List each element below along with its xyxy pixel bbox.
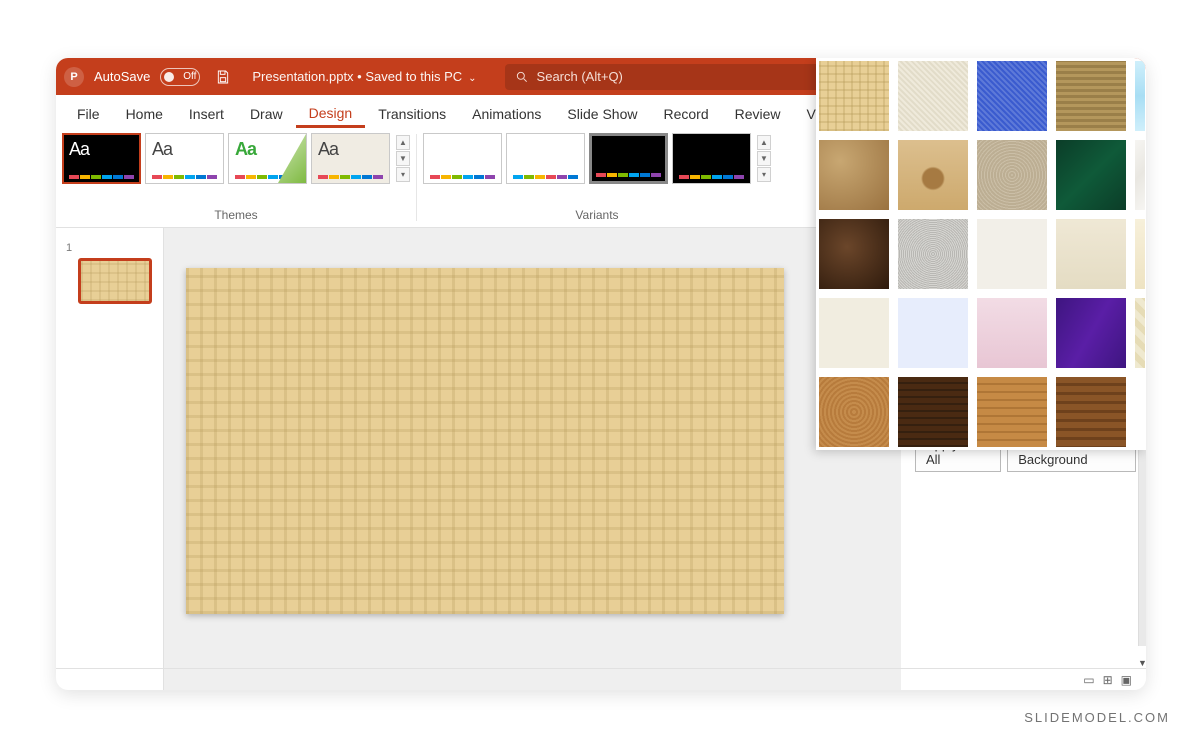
texture-parchment[interactable]: [1135, 219, 1145, 289]
texture-brown-leather[interactable]: [819, 219, 889, 289]
texture-extra[interactable]: [1135, 377, 1145, 447]
watermark: SLIDEMODEL.COM: [1024, 710, 1170, 725]
slide-thumbnail-panel[interactable]: 1: [56, 228, 164, 690]
search-input[interactable]: Search (Alt+Q): [505, 64, 825, 90]
texture-papyrus[interactable]: [819, 61, 889, 131]
texture-denim[interactable]: [977, 61, 1047, 131]
save-icon[interactable]: [214, 68, 232, 86]
status-bar: ▭ ⊞ ▣: [56, 668, 1146, 690]
texture-recycled-paper[interactable]: [1056, 219, 1126, 289]
theme-3[interactable]: Aa: [228, 133, 307, 184]
texture-granite[interactable]: [898, 219, 968, 289]
menu-transitions[interactable]: Transitions: [365, 100, 459, 128]
view-reading-icon[interactable]: ▣: [1121, 673, 1132, 687]
view-normal-icon[interactable]: ▭: [1083, 673, 1094, 687]
document-title[interactable]: Presentation.pptx • Saved to this PC⌄: [252, 69, 476, 84]
autosave-toggle[interactable]: Off: [160, 68, 200, 86]
texture-canvas[interactable]: [898, 61, 968, 131]
menu-slide-show[interactable]: Slide Show: [554, 100, 650, 128]
variant-4[interactable]: [672, 133, 751, 184]
slide-number: 1: [66, 242, 72, 254]
slide-thumbnail-1[interactable]: [78, 258, 152, 304]
themes-group: Aa Aa Aa Aa ▲▼▾ Themes: [56, 128, 416, 227]
texture-woven-mat[interactable]: [1056, 61, 1126, 131]
theme-office[interactable]: Aa: [62, 133, 141, 184]
variants-spinner[interactable]: ▲▼▾: [757, 135, 771, 182]
view-sorter-icon[interactable]: ⊞: [1103, 673, 1113, 687]
variant-3[interactable]: [589, 133, 668, 184]
slide-canvas[interactable]: [186, 268, 784, 614]
texture-sand[interactable]: [977, 140, 1047, 210]
menu-home[interactable]: Home: [113, 100, 176, 128]
texture-green-marble[interactable]: [1056, 140, 1126, 210]
texture-cork[interactable]: [819, 377, 889, 447]
menu-animations[interactable]: Animations: [459, 100, 554, 128]
autosave-label: AutoSave: [94, 69, 150, 84]
theme-2[interactable]: Aa: [145, 133, 224, 184]
themes-spinner[interactable]: ▲▼▾: [396, 135, 410, 182]
texture-stationery[interactable]: [819, 298, 889, 368]
powerpoint-icon: P: [64, 67, 84, 87]
texture-paper-bag[interactable]: [819, 140, 889, 210]
texture-water-droplets[interactable]: [1135, 61, 1145, 131]
texture-gallery: [816, 58, 1146, 450]
search-placeholder: Search (Alt+Q): [537, 69, 623, 84]
texture-purple-mesh[interactable]: [1056, 298, 1126, 368]
menu-design[interactable]: Design: [296, 99, 366, 128]
menu-file[interactable]: File: [64, 100, 113, 128]
texture-pink-tissue[interactable]: [977, 298, 1047, 368]
texture-walnut[interactable]: [898, 377, 968, 447]
themes-label: Themes: [214, 208, 257, 225]
variants-label: Variants: [575, 208, 618, 225]
texture-blue-tissue[interactable]: [898, 298, 968, 368]
texture-bouquet[interactable]: [1135, 298, 1145, 368]
app-window: P AutoSave Off Presentation.pptx • Saved…: [56, 58, 1146, 690]
menu-record[interactable]: Record: [650, 100, 721, 128]
menu-review[interactable]: Review: [722, 100, 794, 128]
menu-draw[interactable]: Draw: [237, 100, 296, 128]
texture-white-marble[interactable]: [1135, 140, 1145, 210]
texture-oak[interactable]: [977, 377, 1047, 447]
slide-canvas-area[interactable]: [164, 228, 901, 690]
variant-2[interactable]: [506, 133, 585, 184]
variants-group: ▲▼▾ Variants: [417, 128, 777, 227]
panel-scroll-down-icon[interactable]: ▼: [1137, 657, 1146, 668]
menu-insert[interactable]: Insert: [176, 100, 237, 128]
texture-newsprint[interactable]: [977, 219, 1047, 289]
texture-fish-fossil[interactable]: [898, 140, 968, 210]
variant-1[interactable]: [423, 133, 502, 184]
theme-4[interactable]: Aa: [311, 133, 390, 184]
texture-medium-wood[interactable]: [1056, 377, 1126, 447]
